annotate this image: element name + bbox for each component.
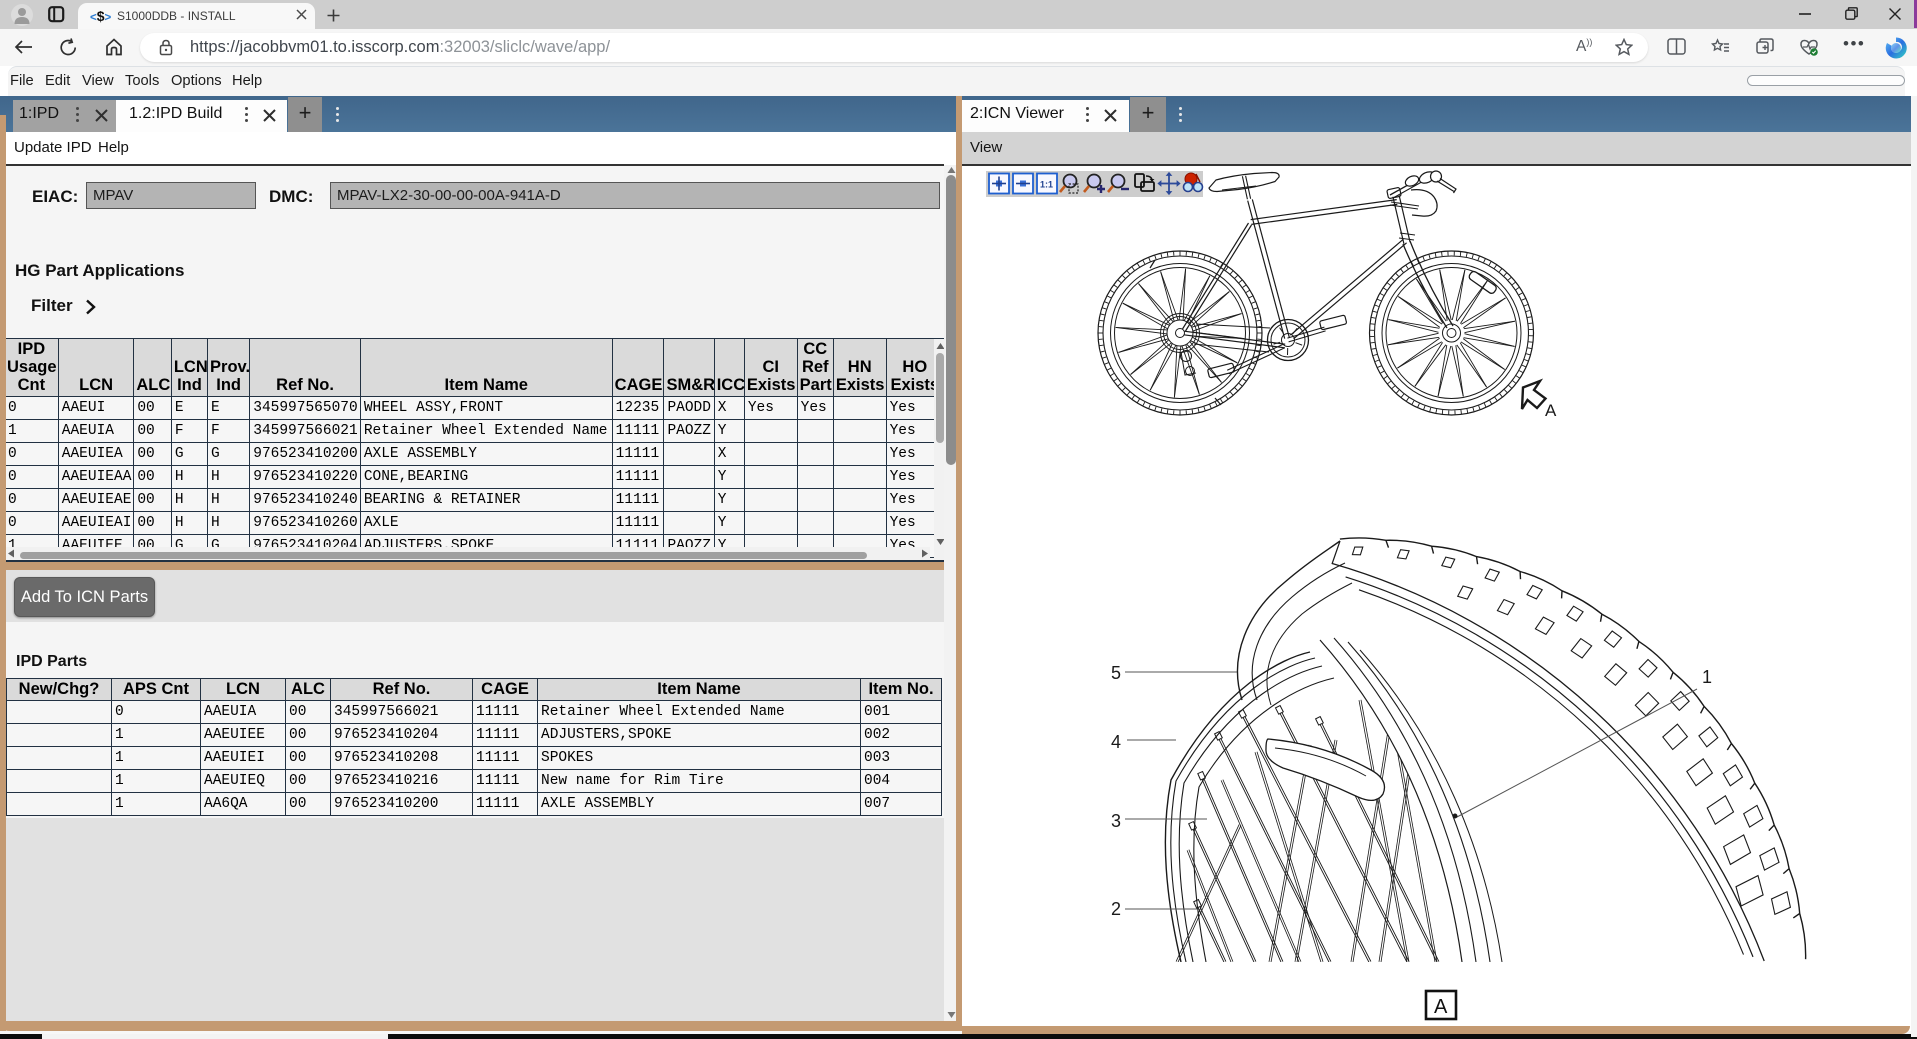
svg-text:1: 1 — [1702, 667, 1712, 687]
svg-text:1:1: 1:1 — [1040, 180, 1053, 190]
svg-text:3: 3 — [1111, 811, 1121, 831]
svg-text:4: 4 — [1111, 732, 1121, 752]
svg-text:5: 5 — [1111, 663, 1121, 683]
svg-text:A: A — [1545, 401, 1557, 420]
svg-text:A: A — [1434, 996, 1448, 1018]
svg-text:2: 2 — [1111, 899, 1121, 919]
